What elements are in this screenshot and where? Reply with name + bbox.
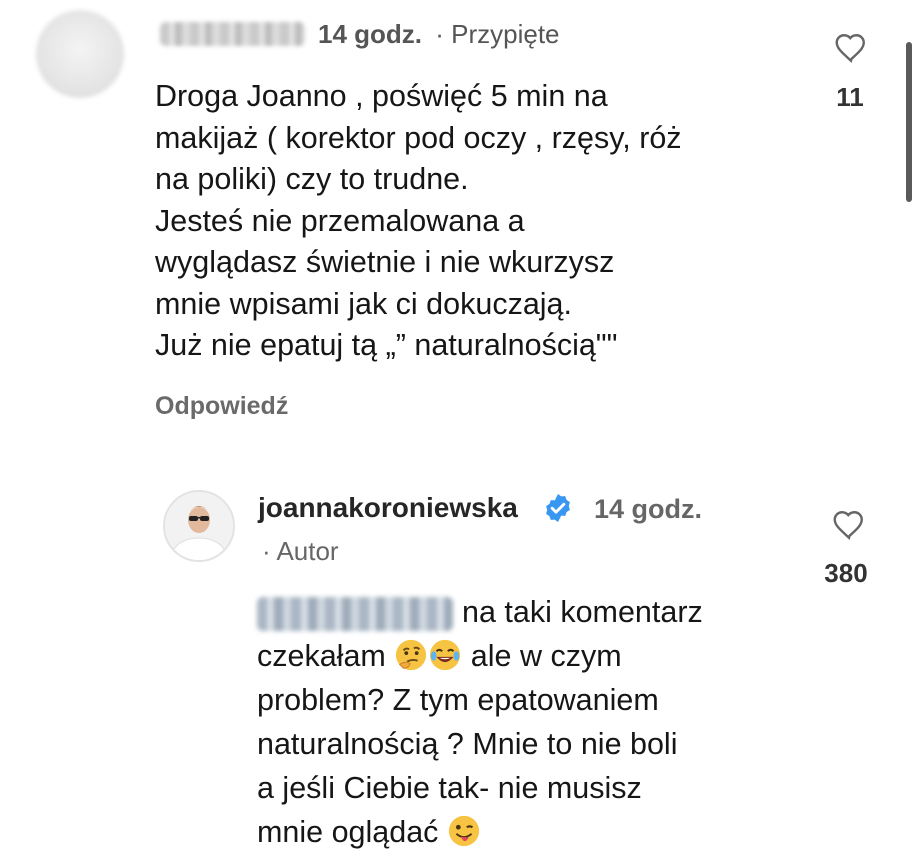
reply-line: problem? Z tym epatowaniem [257, 683, 659, 717]
winking-tongue-face-icon [448, 815, 480, 847]
scrollbar[interactable] [906, 42, 912, 202]
comment-text: Droga Joanno , poświęć 5 min na makijaż … [155, 79, 682, 362]
reply-line: czekałam ale w czym [257, 634, 857, 678]
reply-line: naturalnością ? Mnie to nie boli [257, 727, 678, 761]
thinking-face-icon [396, 639, 427, 671]
comment-pinned-label: · Przypięte [435, 19, 560, 49]
heart-icon[interactable] [830, 507, 868, 543]
reply-line-part: ale w czym [470, 639, 622, 673]
commenter-username-blurred[interactable] [160, 22, 305, 46]
avatar-image [165, 492, 233, 560]
author-tag: · Autor [262, 536, 339, 566]
reply-username[interactable]: joannakoroniewska [258, 492, 518, 524]
heart-icon[interactable] [832, 30, 870, 66]
reply-line-part: czekałam [257, 639, 386, 673]
tears-of-joy-icon [430, 639, 461, 671]
reply-line: na taki komentarz [462, 595, 703, 629]
avatar[interactable] [163, 490, 235, 562]
reply-time: 14 godz. [594, 494, 703, 524]
verified-badge-icon [546, 494, 570, 522]
comment-meta: 14 godz. · Przypięte [318, 19, 560, 50]
commenter-avatar-blurred[interactable] [36, 10, 124, 98]
reply-text: na taki komentarz czekałam ale w czym pr… [257, 590, 857, 854]
reply-line: mnie oglądać [257, 810, 857, 854]
reply-line: a jeśli Ciebie tak- nie musisz [257, 771, 642, 805]
comment-time: 14 godz. [318, 19, 423, 49]
comment-like-count: 11 [836, 82, 864, 112]
reply-button[interactable]: Odpowiedź [155, 392, 288, 421]
reply-line-part: mnie oglądać [257, 815, 439, 849]
reply-like-count: 380 [824, 558, 868, 588]
